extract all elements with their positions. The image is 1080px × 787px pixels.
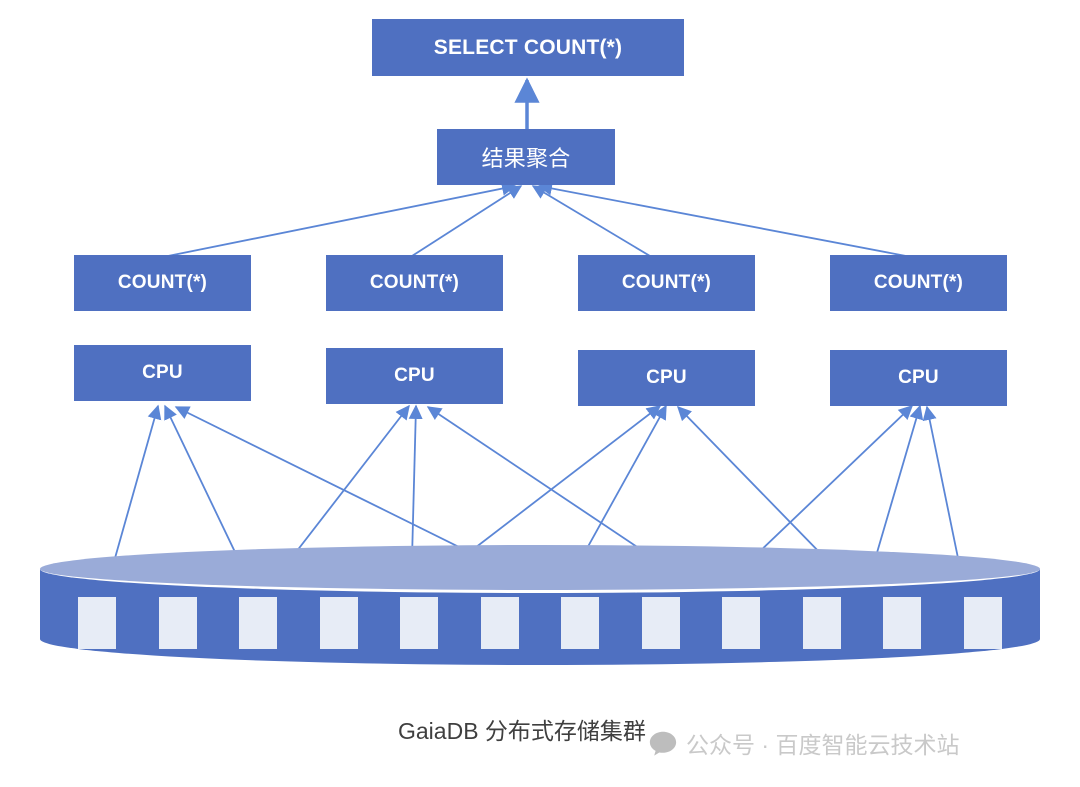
edge-counts-to-aggregate bbox=[167, 181, 907, 257]
storage-data-block[interactable] bbox=[239, 597, 278, 649]
count-node-label: COUNT(*) bbox=[117, 272, 208, 293]
storage-cylinder bbox=[40, 545, 1040, 665]
storage-data-block[interactable] bbox=[78, 597, 116, 649]
cylinder-top-ellipse bbox=[40, 545, 1040, 593]
cpu-node-label: CPU bbox=[142, 362, 183, 383]
aggregate-label: 结果聚合 bbox=[481, 146, 571, 171]
select-count-label: SELECT COUNT(*) bbox=[433, 35, 623, 59]
speech-bubble-icon bbox=[649, 731, 677, 756]
count-node-1[interactable]: COUNT(*) bbox=[74, 255, 251, 311]
watermark-text: 公众号 · 百度智能云技术站 bbox=[686, 732, 960, 758]
cpu-node-3[interactable]: CPU bbox=[578, 350, 755, 406]
cpu-node-label: CPU bbox=[898, 367, 939, 388]
cpu-node-4[interactable]: CPU bbox=[830, 350, 1007, 406]
storage-data-block[interactable] bbox=[400, 597, 439, 649]
select-count-node[interactable]: SELECT COUNT(*) bbox=[372, 19, 684, 76]
count-node-2[interactable]: COUNT(*) bbox=[326, 255, 503, 311]
storage-data-block[interactable] bbox=[963, 597, 1002, 649]
storage-data-block[interactable] bbox=[561, 597, 600, 649]
count-node-3[interactable]: COUNT(*) bbox=[578, 255, 755, 311]
count-node-label: COUNT(*) bbox=[873, 272, 964, 293]
count-node-label: COUNT(*) bbox=[621, 272, 712, 293]
cpu-node-1[interactable]: CPU bbox=[74, 345, 251, 401]
storage-data-block[interactable] bbox=[722, 597, 761, 649]
storage-caption: GaiaDB 分布式存储集群 bbox=[398, 718, 646, 744]
cpu-node-2[interactable]: CPU bbox=[326, 348, 503, 404]
aggregate-node[interactable]: 结果聚合 bbox=[437, 129, 615, 185]
count-node-label: COUNT(*) bbox=[369, 272, 460, 293]
cpu-node-label: CPU bbox=[394, 365, 435, 386]
storage-block-row bbox=[78, 597, 1002, 649]
storage-data-block[interactable] bbox=[641, 597, 680, 649]
storage-data-block[interactable] bbox=[158, 597, 197, 649]
storage-data-block[interactable] bbox=[480, 597, 519, 649]
cpu-node-label: CPU bbox=[646, 367, 687, 388]
count-node-4[interactable]: COUNT(*) bbox=[830, 255, 1007, 311]
storage-data-block[interactable] bbox=[883, 597, 922, 649]
storage-data-block[interactable] bbox=[319, 597, 358, 649]
diagram-canvas: SELECT COUNT(*) 结果聚合 COUNT(*) COUNT(*) C… bbox=[0, 0, 1080, 787]
watermark: 公众号 · 百度智能云技术站 bbox=[648, 726, 959, 760]
storage-data-block[interactable] bbox=[802, 597, 841, 649]
